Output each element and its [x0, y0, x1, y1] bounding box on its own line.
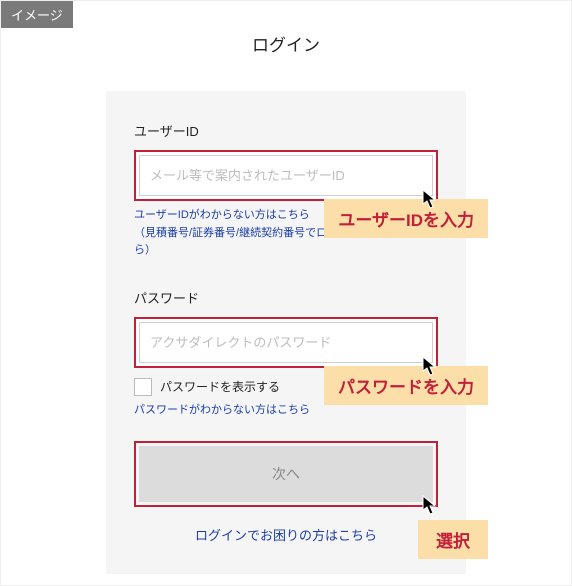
- callout-password: パスワードを入力: [324, 366, 488, 405]
- trouble-link[interactable]: ログインでお困りの方はこちら: [134, 525, 438, 544]
- user-id-input[interactable]: [139, 155, 433, 196]
- password-input-highlight: [134, 317, 438, 368]
- image-badge: イメージ: [1, 1, 73, 28]
- login-card: ユーザーID ユーザーIDがわからない方はこちら （見積番号/証券番号/継続契約…: [106, 91, 466, 574]
- cursor-icon: [422, 495, 438, 515]
- password-input[interactable]: [139, 322, 433, 363]
- next-button-highlight: 次へ: [134, 441, 438, 507]
- password-label: パスワード: [134, 288, 438, 307]
- callout-select: 選択: [418, 520, 488, 559]
- user-id-input-highlight: [134, 150, 438, 201]
- show-password-label: パスワードを表示する: [160, 378, 280, 395]
- next-button[interactable]: 次へ: [139, 446, 433, 502]
- callout-user-id: ユーザーIDを入力: [324, 199, 488, 238]
- show-password-checkbox[interactable]: [134, 378, 152, 396]
- page-title: ログイン: [1, 31, 571, 56]
- cursor-icon: [422, 356, 438, 376]
- user-id-label: ユーザーID: [134, 121, 438, 140]
- cursor-icon: [422, 189, 438, 209]
